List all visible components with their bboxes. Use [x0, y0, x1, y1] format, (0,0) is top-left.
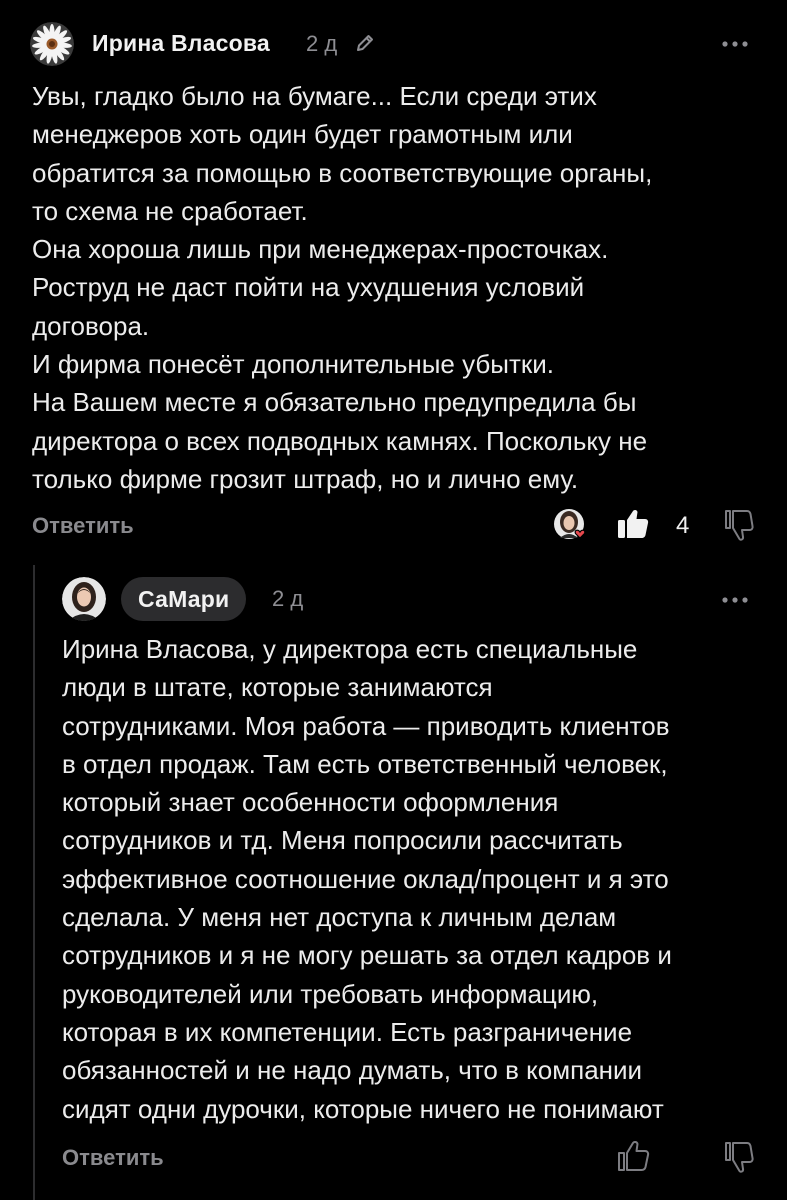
thumbs-down-outline-icon[interactable]: [720, 1140, 756, 1176]
thumbs-up-filled-icon[interactable]: [615, 505, 651, 541]
comment-time: 2 д: [306, 31, 338, 56]
thumbs-down-outline-icon[interactable]: [720, 508, 756, 544]
comment-text: Ирина Власова, у директора есть специаль…: [62, 634, 672, 1124]
reactor-avatar-with-heart-icon[interactable]: [553, 508, 589, 544]
reply-button[interactable]: Ответить: [62, 1145, 164, 1171]
more-dots-icon[interactable]: [720, 593, 750, 605]
comment-author[interactable]: Ирина Власова: [92, 30, 270, 57]
thumbs-up-outline-icon[interactable]: [615, 1137, 651, 1173]
reply-thread-line: [33, 565, 35, 1200]
comment-text: Увы, гладко было на бумаге... Если среди…: [32, 81, 653, 494]
comment-author[interactable]: СаМари: [121, 577, 247, 621]
woman-portrait-avatar-icon[interactable]: [62, 577, 106, 621]
daisy-avatar-icon[interactable]: [30, 22, 74, 66]
pencil-icon: [354, 32, 376, 54]
comment-time: 2 д: [272, 586, 304, 611]
reply-button[interactable]: Ответить: [32, 513, 134, 539]
likes-count: 4: [676, 512, 690, 539]
more-dots-icon[interactable]: [720, 37, 750, 49]
